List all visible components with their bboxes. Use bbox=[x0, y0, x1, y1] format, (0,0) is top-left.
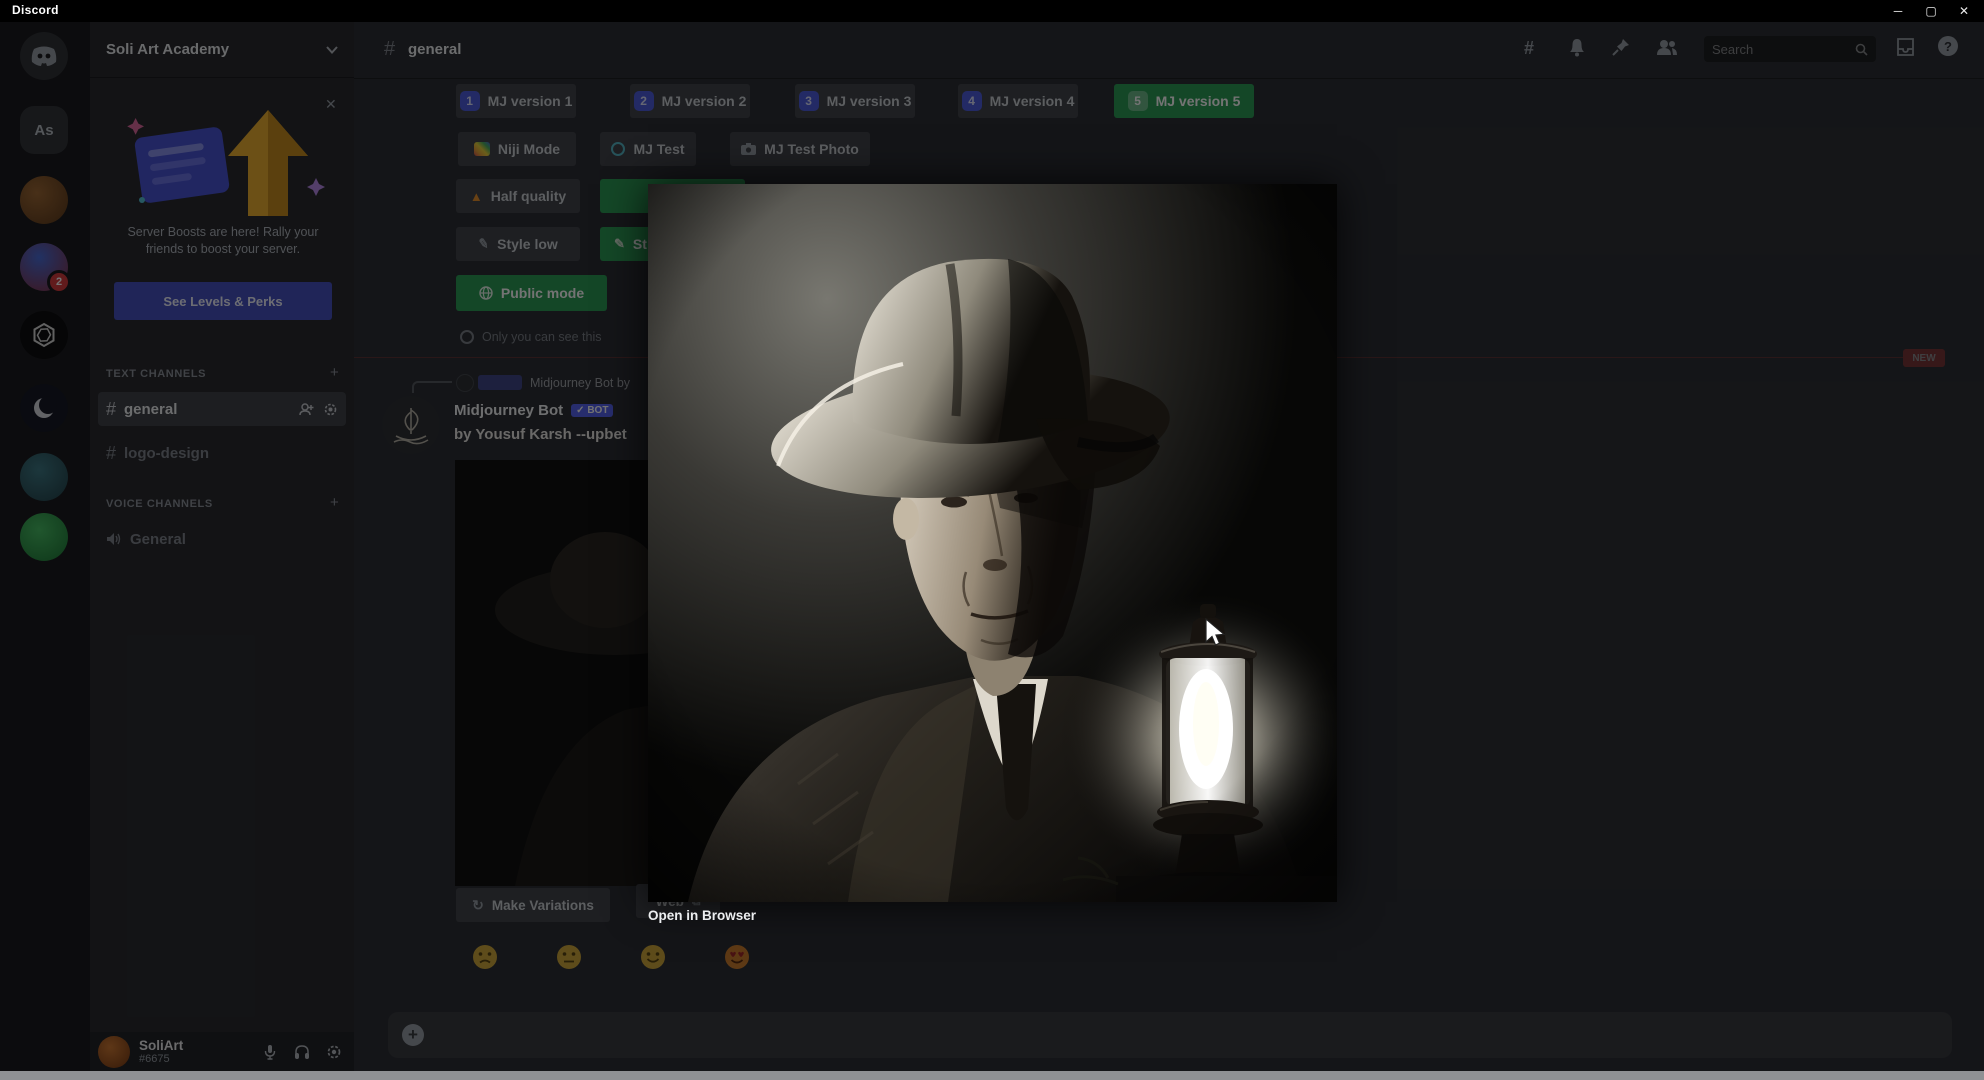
window-bottom-edge bbox=[0, 1071, 1984, 1080]
title-bar: Discord ─ ▢ ✕ bbox=[0, 0, 1984, 22]
mouse-cursor bbox=[1205, 618, 1225, 646]
minimize-button[interactable]: ─ bbox=[1884, 1, 1912, 21]
app-title: Discord bbox=[12, 3, 59, 17]
maximize-button[interactable]: ▢ bbox=[1917, 1, 1945, 21]
open-in-browser-link[interactable]: Open in Browser bbox=[648, 908, 756, 923]
discord-window: Discord ─ ▢ ✕ As 2 Soli Art Academy ✕ Se… bbox=[0, 0, 1984, 1080]
close-button[interactable]: ✕ bbox=[1950, 1, 1978, 21]
portrait-image[interactable] bbox=[648, 184, 1337, 902]
